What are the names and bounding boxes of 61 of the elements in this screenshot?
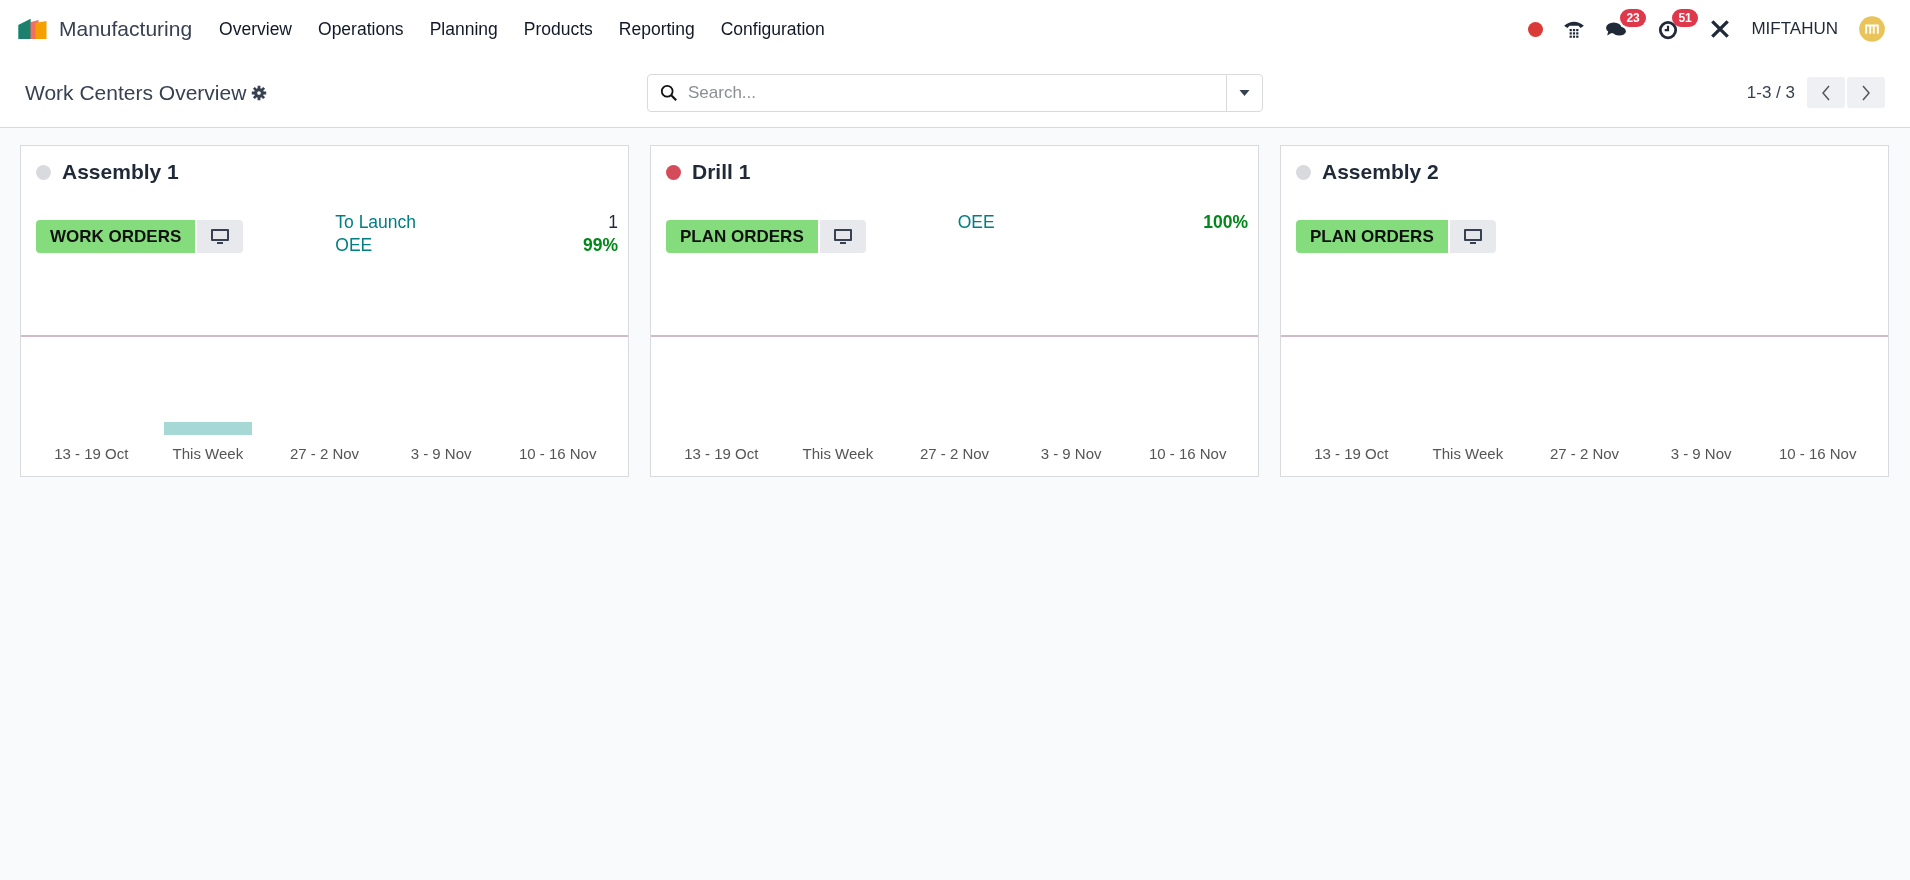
page-title: Work Centers Overview xyxy=(25,80,247,105)
week-label: 10 - 16 Nov xyxy=(1777,445,1858,462)
activity-count-badge: 51 xyxy=(1672,9,1698,27)
monitor-button[interactable] xyxy=(1449,220,1496,253)
stat-value: 99% xyxy=(582,235,618,256)
app-logo-icon[interactable] xyxy=(16,17,49,41)
week-label: 3 - 9 Nov xyxy=(1669,445,1733,462)
week-label: 3 - 9 Nov xyxy=(1039,445,1103,462)
stat-value: 1 xyxy=(608,212,618,233)
week-label: 13 - 19 Oct xyxy=(53,445,130,462)
week-label: This Week xyxy=(171,445,245,462)
app-name[interactable]: Manufacturing xyxy=(59,17,193,41)
search-icon xyxy=(660,83,678,102)
previous-button[interactable] xyxy=(1807,77,1845,108)
stat-link[interactable]: To Launch xyxy=(335,212,417,233)
menu-item[interactable]: Products xyxy=(510,18,606,40)
week-label: 13 - 19 Oct xyxy=(1313,445,1390,462)
settings-icon[interactable] xyxy=(251,84,268,101)
week-label: 10 - 16 Nov xyxy=(1147,445,1228,462)
monitor-button[interactable] xyxy=(197,220,244,253)
chevron-left-icon xyxy=(1821,84,1831,101)
user-name[interactable]: MIFTAHUN xyxy=(1751,19,1838,39)
chat-count-badge: 23 xyxy=(1620,9,1646,27)
work-center-name[interactable]: Drill 1 xyxy=(692,160,751,184)
status-dot[interactable] xyxy=(36,164,51,180)
menu-item[interactable]: Overview xyxy=(206,18,305,40)
stat-link[interactable]: OEE xyxy=(335,235,373,256)
menu-item[interactable]: Configuration xyxy=(707,18,838,40)
status-dot[interactable] xyxy=(1296,164,1311,180)
stat-value: 100% xyxy=(1203,212,1248,233)
caret-icon xyxy=(1239,89,1250,96)
menu-item[interactable]: Reporting xyxy=(605,18,708,40)
chevron-right-icon xyxy=(1861,84,1871,101)
week-label: 27 - 2 Nov xyxy=(288,445,361,462)
pager-value[interactable]: 1-3 / 3 xyxy=(1746,82,1795,103)
work-center-name[interactable]: Assembly 2 xyxy=(1322,160,1439,184)
monitor-icon xyxy=(210,227,231,246)
orders-button[interactable]: PLAN ORDERS xyxy=(666,220,818,253)
search-field[interactable]: Search... xyxy=(647,73,1263,112)
monitor-icon xyxy=(832,227,853,246)
menu-item[interactable]: Planning xyxy=(416,18,511,40)
next-button[interactable] xyxy=(1847,77,1885,108)
week-label: 27 - 2 Nov xyxy=(1548,445,1621,462)
monitor-button[interactable] xyxy=(819,220,866,253)
orders-button[interactable]: WORK ORDERS xyxy=(36,220,196,253)
status-dot-icon[interactable] xyxy=(1528,21,1544,37)
search-input[interactable]: Search... xyxy=(686,81,1226,104)
status-dot[interactable] xyxy=(666,164,681,180)
week-label: This Week xyxy=(801,445,875,462)
work-center-name[interactable]: Assembly 1 xyxy=(62,160,179,184)
tools-icon[interactable] xyxy=(1709,18,1732,40)
week-label: 27 - 2 Nov xyxy=(918,445,991,462)
menu-item[interactable]: Operations xyxy=(305,18,417,40)
clock-icon[interactable] xyxy=(1657,18,1680,40)
week-label: 10 - 16 Nov xyxy=(517,445,598,462)
week-label: 3 - 9 Nov xyxy=(409,445,473,462)
monitor-icon xyxy=(1462,227,1483,246)
week-label: 13 - 19 Oct xyxy=(683,445,760,462)
orders-button[interactable]: PLAN ORDERS xyxy=(1296,220,1448,253)
week-label: This Week xyxy=(1431,445,1505,462)
stat-link[interactable]: OEE xyxy=(957,212,995,233)
